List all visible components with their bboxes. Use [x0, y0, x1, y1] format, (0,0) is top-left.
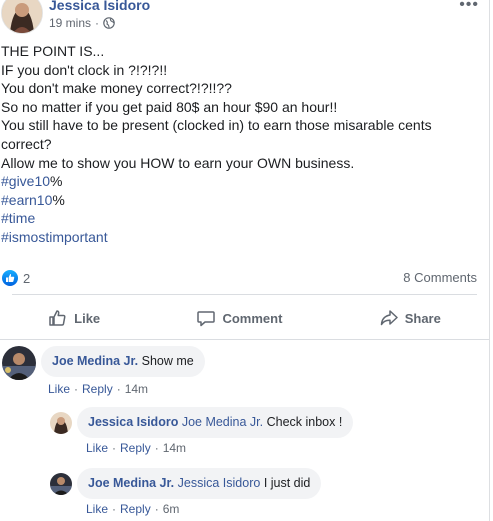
- hashtag-line: #ismostimportant: [1, 228, 471, 247]
- comment-reply: Joe Medina Jr. Jessica Isidoro I just di…: [50, 468, 322, 499]
- comment-button-label: Comment: [222, 310, 283, 326]
- comment-text: Show me: [141, 354, 194, 368]
- mention-link[interactable]: Jessica Isidoro: [178, 476, 261, 490]
- comment-reply: Jessica Isidoro Joe Medina Jr. Check inb…: [50, 407, 354, 438]
- comment-like-link[interactable]: Like: [86, 441, 108, 455]
- hashtag-line: #earn10%: [1, 191, 65, 208]
- hashtag-link[interactable]: #give10: [1, 173, 50, 189]
- post-author-name[interactable]: Jessica Isidoro: [49, 0, 150, 13]
- hashtag-link[interactable]: #earn10: [1, 192, 52, 208]
- share-icon: [380, 310, 398, 326]
- hashtag-line: #time: [1, 209, 471, 228]
- comment-time[interactable]: 14m: [163, 441, 186, 455]
- comment-time[interactable]: 14m: [125, 382, 148, 396]
- comment-icon: [197, 311, 216, 327]
- reactions-summary[interactable]: 2: [2, 270, 30, 286]
- globe-icon[interactable]: [103, 17, 115, 29]
- comment: Joe Medina Jr. Show me: [2, 346, 205, 380]
- comment-actions: Like · Reply · 14m: [86, 441, 187, 455]
- post-line: IF you don't clock in ?!?!?!!: [1, 61, 168, 78]
- post-line: Allow me to show you HOW to earn your OW…: [1, 154, 355, 171]
- reaction-count: 2: [23, 270, 31, 286]
- comment-like-link[interactable]: Like: [48, 382, 70, 396]
- commenter-name[interactable]: Jessica Isidoro: [88, 415, 178, 429]
- comment-like-link[interactable]: Like: [86, 502, 108, 516]
- comment-reply-link[interactable]: Reply: [82, 382, 113, 396]
- commenter-avatar[interactable]: [2, 346, 36, 380]
- like-button[interactable]: Like: [48, 308, 100, 328]
- like-reaction-icon: [2, 270, 18, 286]
- post-card: Jessica Isidoro 19 mins · ••• THE POINT …: [0, 0, 490, 521]
- share-button-label: Share: [404, 310, 441, 326]
- comment-button[interactable]: Comment: [196, 308, 282, 328]
- comment-text: Check inbox !: [266, 415, 343, 429]
- post-line: correct?: [1, 135, 52, 152]
- hashtag-link[interactable]: #ismostimportant: [1, 229, 108, 245]
- divider: [12, 294, 477, 295]
- author-avatar[interactable]: [1, 0, 43, 34]
- post-meta: 19 mins ·: [49, 16, 115, 30]
- commenter-name[interactable]: Joe Medina Jr.: [88, 476, 174, 490]
- commenter-avatar[interactable]: [50, 412, 72, 434]
- post-line: So no matter if you get paid 80$ an hour…: [1, 98, 338, 115]
- comment-time[interactable]: 6m: [163, 502, 180, 516]
- post-line: THE POINT IS...: [1, 43, 105, 59]
- hashtag-line: #give10%: [1, 173, 63, 190]
- comment-bubble: Joe Medina Jr. Show me: [41, 346, 205, 377]
- thumbs-up-icon: [49, 310, 66, 326]
- comment-actions: Like · Reply · 6m: [86, 502, 180, 516]
- comments-count-link[interactable]: 8 Comments: [403, 270, 477, 285]
- post-time[interactable]: 19 mins: [49, 16, 91, 30]
- commenter-avatar[interactable]: [50, 473, 72, 495]
- comment-text: I just did: [263, 476, 311, 490]
- comment-reply-link[interactable]: Reply: [120, 502, 151, 516]
- post-line: You don't make money correct?!?!!??: [1, 80, 232, 97]
- comment-actions: Like · Reply · 14m: [48, 382, 149, 396]
- commenter-name[interactable]: Joe Medina Jr.: [52, 354, 138, 368]
- like-button-label: Like: [74, 310, 101, 326]
- post-action-bar: Like Comment Share: [0, 300, 489, 336]
- post-line: You still have to be present (clocked in…: [1, 117, 432, 134]
- share-button[interactable]: Share: [379, 308, 441, 328]
- comment-reply-link[interactable]: Reply: [120, 441, 151, 455]
- hashtag-link[interactable]: #time: [1, 210, 35, 226]
- mention-link[interactable]: Joe Medina Jr.: [182, 415, 263, 429]
- divider: [0, 339, 489, 340]
- post-text: THE POINT IS... IF you don't clock in ?!…: [1, 42, 471, 247]
- comment-bubble: Joe Medina Jr. Jessica Isidoro I just di…: [77, 468, 322, 499]
- more-options-icon[interactable]: •••: [459, 0, 479, 14]
- comment-bubble: Jessica Isidoro Joe Medina Jr. Check inb…: [77, 407, 354, 438]
